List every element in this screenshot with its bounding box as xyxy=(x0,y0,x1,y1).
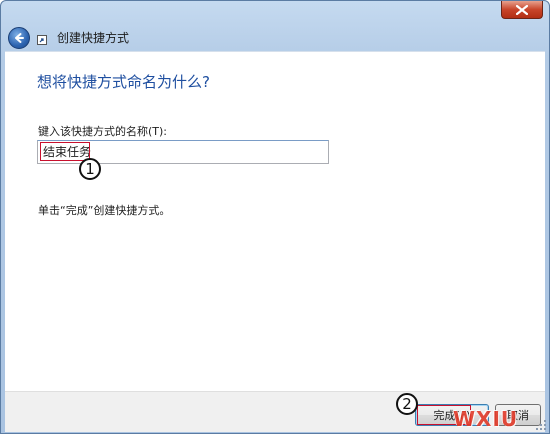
wizard-title: 创建快捷方式 xyxy=(57,31,130,45)
resize-grip-icon[interactable] xyxy=(536,420,546,430)
site-watermark: WXIU xyxy=(453,407,519,431)
callout-marker-1: 1 xyxy=(79,158,101,180)
finish-hint: 单击“完成”创建快捷方式。 xyxy=(38,204,171,217)
wizard-content: 想将快捷方式命名为什么? 键入该快捷方式的名称(T): 结束任务 1 单击“完成… xyxy=(5,51,545,392)
create-shortcut-window: 创建快捷方式 想将快捷方式命名为什么? 键入该快捷方式的名称(T): 结束任务 … xyxy=(0,0,550,434)
close-icon xyxy=(516,4,528,15)
page-heading: 想将快捷方式命名为什么? xyxy=(37,73,210,91)
name-field-label: 键入该快捷方式的名称(T): xyxy=(38,125,168,138)
back-button[interactable] xyxy=(8,27,30,49)
wizard-header: 创建快捷方式 xyxy=(2,21,548,53)
highlight-box-name xyxy=(40,142,90,161)
callout-marker-2: 2 xyxy=(396,393,418,415)
back-arrow-icon xyxy=(15,33,24,43)
close-button[interactable] xyxy=(501,1,543,19)
shortcut-icon xyxy=(37,35,47,45)
